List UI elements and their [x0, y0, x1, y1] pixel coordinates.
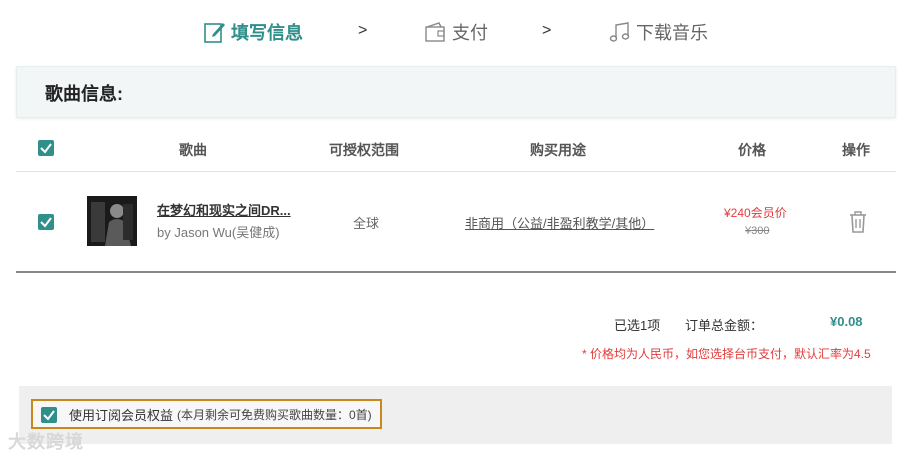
member-benefit-checkbox[interactable] — [41, 407, 57, 423]
license-scope: 全球 — [353, 216, 380, 231]
purchase-usage-select[interactable]: 非商用（公益/非盈利教学/其他） — [465, 213, 654, 232]
member-benefit-option[interactable]: 使用订阅会员权益 (本月剩余可免费购买歌曲数量：0首) — [31, 399, 382, 429]
header-price: 价格 — [738, 142, 766, 158]
header-scope: 可授权范围 — [329, 142, 399, 158]
album-cover[interactable] — [87, 196, 137, 246]
music-note-icon — [609, 22, 630, 42]
check-icon — [43, 410, 55, 421]
check-icon — [40, 217, 52, 228]
currency-note: * 价格均为人民币，如您选择台币支付，默认汇率为4.5 — [582, 347, 871, 361]
selected-count: 已选1项 — [614, 318, 661, 333]
artist-name: by Jason Wu(吴健成) — [157, 225, 280, 240]
watermark: 大数跨境 — [8, 432, 84, 452]
row-checkbox[interactable] — [38, 214, 54, 230]
member-price: ¥240会员价 — [724, 206, 787, 220]
step-separator: > — [358, 22, 368, 39]
table-header: 歌曲 可授权范围 购买用途 价格 操作 — [16, 124, 896, 172]
step-download: 下载音乐 — [608, 14, 708, 50]
song-title-link[interactable]: 在梦幻和现实之间DR... — [157, 200, 291, 219]
wallet-icon — [425, 22, 445, 42]
section-title: 歌曲信息: — [45, 84, 123, 104]
step-fill-info: 填写信息 — [203, 14, 303, 50]
song-info-header: 歌曲信息: — [16, 66, 896, 118]
original-price: ¥300 — [745, 225, 770, 237]
album-cover-image — [87, 196, 137, 246]
member-benefit-detail: (本月剩余可免费购买歌曲数量：0首) — [177, 407, 372, 422]
member-benefit-label: 使用订阅会员权益 — [69, 407, 174, 423]
select-all-checkbox[interactable] — [38, 140, 54, 156]
table-row: 在梦幻和现实之间DR... by Jason Wu(吴健成) 全球 非商用（公益… — [16, 172, 896, 273]
total-label: 订单总金额： — [685, 318, 764, 333]
check-icon — [40, 143, 52, 154]
step-payment: 支付 — [424, 14, 488, 50]
header-action: 操作 — [842, 142, 870, 158]
total-amount: ¥0.08 — [830, 314, 863, 329]
edit-icon — [204, 23, 225, 43]
header-song: 歌曲 — [179, 142, 207, 158]
step-separator: > — [542, 22, 552, 39]
member-benefit-bar: 使用订阅会员权益 (本月剩余可免费购买歌曲数量：0首) — [19, 386, 892, 444]
header-usage: 购买用途 — [530, 142, 586, 158]
checkout-steps: 填写信息 > 支付 > 下载音乐 — [0, 14, 923, 50]
delete-trash-icon[interactable] — [848, 210, 868, 234]
